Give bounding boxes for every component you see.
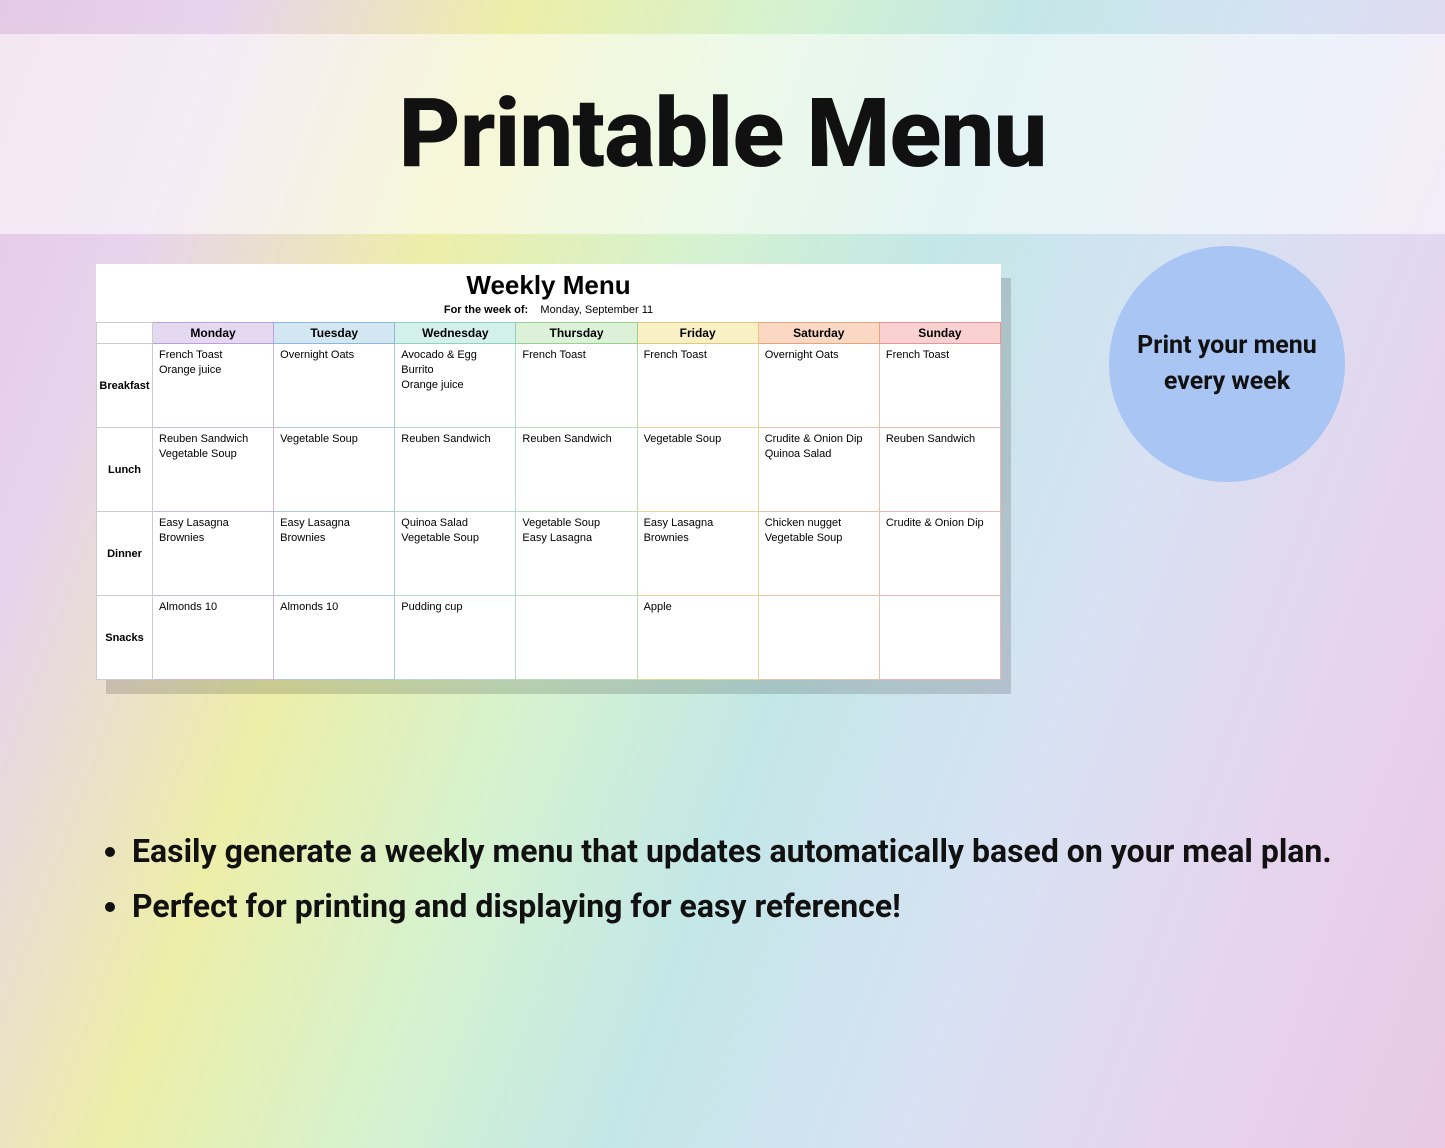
menu-entry: Overnight Oats	[280, 348, 388, 363]
row-label-snacks: Snacks	[97, 596, 153, 680]
week-label: For the week of:	[444, 304, 528, 316]
menu-cell: French Toast	[879, 344, 1000, 428]
menu-cell: Chicken nuggetVegetable Soup	[758, 512, 879, 596]
menu-cell: Apple	[637, 596, 758, 680]
menu-table: Monday Tuesday Wednesday Thursday Friday…	[96, 322, 1001, 680]
day-header-monday: Monday	[153, 323, 274, 344]
menu-cell: Vegetable Soup	[637, 428, 758, 512]
menu-entry: Vegetable Soup	[765, 531, 873, 546]
menu-entry: Quinoa Salad	[765, 447, 873, 462]
feature-bullets: Easily generate a weekly menu that updat…	[90, 830, 1355, 940]
menu-entry: Avocado & Egg Burrito	[401, 348, 509, 378]
menu-entry: Chicken nugget	[765, 516, 873, 531]
day-header-wednesday: Wednesday	[395, 323, 516, 344]
menu-cell	[879, 596, 1000, 680]
menu-cell: Vegetable Soup	[274, 428, 395, 512]
weekly-menu-sheet: Weekly Menu For the week of: Monday, Sep…	[96, 264, 1001, 680]
menu-cell	[758, 596, 879, 680]
menu-cell: Easy LasagnaBrownies	[153, 512, 274, 596]
sheet-subtitle: For the week of: Monday, September 11	[96, 301, 1001, 322]
menu-entry: French Toast	[886, 348, 994, 363]
menu-entry: Almonds 10	[280, 600, 388, 615]
menu-cell: Reuben Sandwich	[395, 428, 516, 512]
bullet-item: Easily generate a weekly menu that updat…	[132, 830, 1355, 873]
header-strip: Printable Menu	[0, 34, 1445, 234]
row-label-breakfast: Breakfast	[97, 344, 153, 428]
menu-cell: Almonds 10	[274, 596, 395, 680]
menu-cell: Easy LasagnaBrownies	[274, 512, 395, 596]
menu-entry: Reuben Sandwich	[522, 432, 630, 447]
menu-entry: Orange juice	[401, 378, 509, 393]
menu-entry: Easy Lasagna	[644, 516, 752, 531]
menu-cell: Reuben Sandwich	[879, 428, 1000, 512]
empty-corner	[97, 323, 153, 344]
menu-entry: Orange juice	[159, 363, 267, 378]
menu-entry: Crudite & Onion Dip	[765, 432, 873, 447]
menu-entry: Vegetable Soup	[644, 432, 752, 447]
menu-entry: Easy Lasagna	[159, 516, 267, 531]
sheet-title: Weekly Menu	[96, 264, 1001, 301]
menu-entry: French Toast	[522, 348, 630, 363]
menu-entry: Quinoa Salad	[401, 516, 509, 531]
print-callout-text: Print your menu every week	[1109, 328, 1345, 401]
menu-cell: French Toast	[516, 344, 637, 428]
menu-cell: Easy LasagnaBrownies	[637, 512, 758, 596]
day-header-thursday: Thursday	[516, 323, 637, 344]
menu-cell: Reuben Sandwich	[516, 428, 637, 512]
day-header-friday: Friday	[637, 323, 758, 344]
menu-entry: Brownies	[644, 531, 752, 546]
menu-cell: French Toast	[637, 344, 758, 428]
menu-entry: Vegetable Soup	[159, 447, 267, 462]
menu-cell: Reuben SandwichVegetable Soup	[153, 428, 274, 512]
menu-cell: Crudite & Onion DipQuinoa Salad	[758, 428, 879, 512]
menu-cell: Almonds 10	[153, 596, 274, 680]
week-value: Monday, September 11	[540, 304, 653, 316]
menu-entry: Reuben Sandwich	[886, 432, 994, 447]
menu-entry: Crudite & Onion Dip	[886, 516, 994, 531]
menu-cell: Overnight Oats	[758, 344, 879, 428]
menu-entry: Almonds 10	[159, 600, 267, 615]
menu-cell: Pudding cup	[395, 596, 516, 680]
menu-cell: Avocado & Egg BurritoOrange juice	[395, 344, 516, 428]
row-label-dinner: Dinner	[97, 512, 153, 596]
menu-entry: Brownies	[280, 531, 388, 546]
menu-entry: Vegetable Soup	[522, 516, 630, 531]
menu-cell: French ToastOrange juice	[153, 344, 274, 428]
menu-entry: Vegetable Soup	[280, 432, 388, 447]
page-title: Printable Menu	[399, 78, 1047, 190]
menu-entry: French Toast	[159, 348, 267, 363]
menu-entry: Vegetable Soup	[401, 531, 509, 546]
menu-cell	[516, 596, 637, 680]
menu-entry: Overnight Oats	[765, 348, 873, 363]
day-header-sunday: Sunday	[879, 323, 1000, 344]
day-header-tuesday: Tuesday	[274, 323, 395, 344]
menu-entry: Reuben Sandwich	[159, 432, 267, 447]
menu-cell: Quinoa SaladVegetable Soup	[395, 512, 516, 596]
menu-entry: Easy Lasagna	[522, 531, 630, 546]
day-header-saturday: Saturday	[758, 323, 879, 344]
menu-entry: Easy Lasagna	[280, 516, 388, 531]
row-label-lunch: Lunch	[97, 428, 153, 512]
menu-cell: Vegetable SoupEasy Lasagna	[516, 512, 637, 596]
menu-entry: Pudding cup	[401, 600, 509, 615]
menu-cell: Overnight Oats	[274, 344, 395, 428]
menu-entry: Apple	[644, 600, 752, 615]
menu-entry: Brownies	[159, 531, 267, 546]
print-callout-badge: Print your menu every week	[1109, 246, 1345, 482]
menu-cell: Crudite & Onion Dip	[879, 512, 1000, 596]
menu-entry: Reuben Sandwich	[401, 432, 509, 447]
menu-entry: French Toast	[644, 348, 752, 363]
bullet-item: Perfect for printing and displaying for …	[132, 885, 1355, 928]
